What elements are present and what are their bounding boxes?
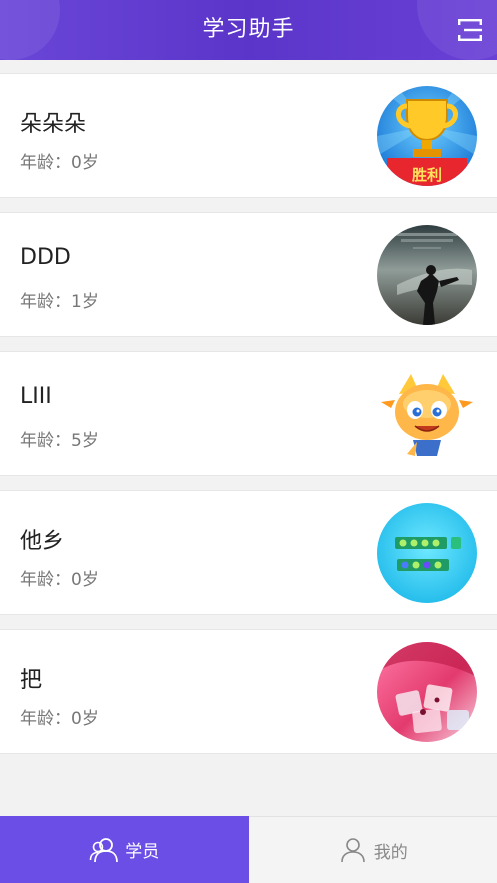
header-bar: 学习助手 xyxy=(0,0,497,60)
age-value: 0岁 xyxy=(71,153,99,173)
student-age: 年龄：0岁 xyxy=(20,704,99,729)
cartoon-dragon-avatar xyxy=(377,364,477,464)
game-blocks-avatar xyxy=(377,503,477,603)
age-label: 年龄： xyxy=(20,292,71,312)
age-value: 0岁 xyxy=(71,570,99,590)
student-name: 把 xyxy=(20,668,43,693)
tab-bar: 学员 我的 xyxy=(0,816,497,883)
student-card[interactable]: 把 年龄：0岁 xyxy=(0,629,497,754)
student-age: 年龄：5岁 xyxy=(20,426,99,451)
age-label: 年龄： xyxy=(20,709,71,729)
student-name: 朵朵朵 xyxy=(20,112,87,137)
student-card[interactable]: LIII 年龄：5岁 xyxy=(0,351,497,476)
student-name: LIII xyxy=(20,384,52,409)
age-value: 5岁 xyxy=(71,431,99,451)
student-age: 年龄：1岁 xyxy=(20,287,99,312)
student-age: 年龄：0岁 xyxy=(20,565,99,590)
ice-cubes-avatar xyxy=(377,642,477,742)
tab-profile[interactable]: 我的 xyxy=(248,816,497,883)
app-screen: 学习助手 朵朵朵 年龄：0岁 胜利 DDD 年龄：1岁 LIII 年龄：5岁 他… xyxy=(0,0,497,883)
trophy-victory-avatar: 胜利 xyxy=(377,86,477,186)
student-card[interactable]: 朵朵朵 年龄：0岁 胜利 xyxy=(0,73,497,198)
student-name: 他乡 xyxy=(20,529,65,554)
page-title: 学习助手 xyxy=(202,17,295,42)
student-list: 朵朵朵 年龄：0岁 胜利 DDD 年龄：1岁 LIII 年龄：5岁 他乡 年龄：… xyxy=(0,73,497,768)
tab-label: 我的 xyxy=(373,842,408,863)
age-value: 1岁 xyxy=(71,292,99,312)
students-icon xyxy=(89,837,119,862)
age-value: 0岁 xyxy=(71,709,99,729)
svg-text:胜利: 胜利 xyxy=(412,166,442,184)
student-name: DDD xyxy=(20,245,71,270)
age-label: 年龄： xyxy=(20,570,71,590)
menu-icon xyxy=(458,19,482,41)
age-label: 年龄： xyxy=(20,153,71,173)
age-label: 年龄： xyxy=(20,431,71,451)
tab-label: 学员 xyxy=(125,842,160,862)
silhouette-man-avatar xyxy=(377,225,477,325)
menu-button[interactable] xyxy=(455,15,485,45)
profile-icon xyxy=(340,838,365,863)
tab-students[interactable]: 学员 xyxy=(0,816,249,883)
student-age: 年龄：0岁 xyxy=(20,148,99,173)
student-card[interactable]: DDD 年龄：1岁 xyxy=(0,212,497,337)
student-card[interactable]: 他乡 年龄：0岁 xyxy=(0,490,497,615)
